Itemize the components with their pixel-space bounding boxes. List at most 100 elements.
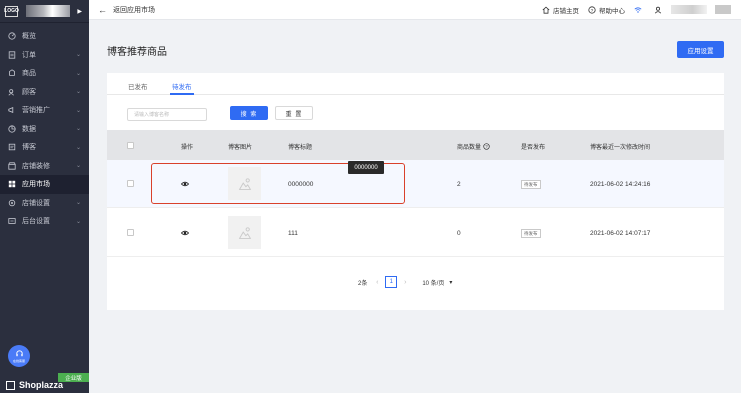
headset-icon [15, 350, 23, 357]
account-blurred [715, 5, 731, 14]
app-market-icon [7, 180, 16, 189]
dashboard-icon [7, 32, 16, 41]
page-size-select[interactable]: 10 条/页 ▾ [422, 278, 452, 287]
back-label: 返回应用市场 [113, 6, 155, 14]
col-last-modified: 博客最近一次修改时间 [590, 145, 651, 151]
back-to-app-market-link[interactable]: ← 返回应用市场 [98, 5, 155, 15]
sidebar-item-admin-settings[interactable]: 后台设置 ⌄ [0, 212, 89, 231]
table-row: 111 0 待发布 2021-06-02 14:07:17 [107, 209, 724, 257]
total-count: 2条 [358, 280, 368, 287]
prev-page-icon[interactable]: ‹ [372, 279, 382, 286]
status-badge: 待发布 [521, 229, 541, 238]
chevron-down-icon: ⌄ [75, 107, 81, 114]
top-bar: ← 返回应用市场 店铺主页 ? 帮助中心 [89, 0, 741, 20]
sidebar-item-label: 营销推广 [22, 107, 50, 115]
page-title: 博客推荐商品 [107, 47, 167, 58]
wifi-icon [634, 6, 642, 13]
sidebar-item-label: 后台设置 [22, 218, 50, 226]
row-checkbox[interactable] [127, 229, 134, 236]
status-badge: 待发布 [521, 180, 541, 189]
product-count: 2 [457, 181, 461, 188]
sidebar-item-store-design[interactable]: 店铺装修 ⌄ [0, 157, 89, 176]
sidebar-item-label: 顾客 [22, 88, 36, 96]
customer-icon [7, 87, 16, 96]
sidebar-item-label: 店铺装修 [22, 162, 50, 170]
chevron-down-icon: ⌄ [75, 163, 81, 170]
col-product-count-label: 商品数量 [457, 145, 482, 151]
chevron-down-icon: ⌄ [75, 52, 81, 59]
sidebar-item-label: 店铺设置 [22, 199, 50, 207]
col-published: 是否发布 [521, 145, 546, 151]
svg-text:?: ? [591, 7, 594, 13]
caret-right-icon[interactable]: ▶ [77, 8, 82, 15]
sidebar-header: LOGO ▶ [0, 0, 89, 23]
product-icon [7, 69, 16, 78]
chevron-down-icon: ⌄ [75, 144, 81, 151]
brand-mark-icon [6, 380, 15, 390]
select-all-checkbox[interactable] [127, 142, 134, 149]
store-design-icon [7, 161, 16, 170]
next-page-icon[interactable]: › [400, 279, 410, 286]
top-right-actions: 店铺主页 ? 帮助中心 [533, 5, 731, 15]
last-modified: 2021-06-02 14:24:16 [590, 181, 651, 188]
store-name-blurred[interactable] [26, 5, 70, 17]
reset-button[interactable]: 重 置 [275, 106, 313, 120]
sidebar-item-analytics[interactable]: 数据 ⌄ [0, 120, 89, 139]
sidebar-item-orders[interactable]: 订单 ⌄ [0, 46, 89, 65]
order-icon [7, 50, 16, 59]
sidebar-item-label: 博客 [22, 144, 36, 152]
sidebar-item-overview[interactable]: 概览 [0, 27, 89, 46]
row-checkbox[interactable] [127, 180, 134, 187]
online-support-button[interactable]: 在线客服 [8, 345, 30, 367]
question-circle-icon[interactable]: ? [483, 143, 490, 150]
store-home-label: 店铺主页 [553, 7, 579, 15]
page-number[interactable]: 1 [385, 276, 398, 288]
tab-published[interactable]: 已发布 [128, 81, 148, 91]
sidebar: LOGO ▶ 概览 订单 ⌄ 商品 ⌄ 顾客 ⌄ 营销推广 ⌄ 数据 ⌄ 博客 … [0, 0, 89, 393]
chevron-down-icon: ⌄ [75, 126, 81, 133]
tab-pending[interactable]: 待发布 [172, 81, 192, 91]
marketing-icon [7, 106, 16, 115]
blog-icon [7, 143, 16, 152]
sidebar-item-products[interactable]: 商品 ⌄ [0, 64, 89, 83]
sidebar-menu: 概览 订单 ⌄ 商品 ⌄ 顾客 ⌄ 营销推广 ⌄ 数据 ⌄ 博客 ⌄ 店铺装修 … [0, 23, 89, 231]
blog-title: 111 [288, 230, 298, 237]
app-settings-button[interactable]: 应用设置 [677, 41, 724, 58]
sidebar-item-label: 应用市场 [22, 181, 50, 189]
col-blog-image: 博客图片 [228, 145, 253, 151]
last-modified: 2021-06-02 14:07:17 [590, 230, 651, 237]
wifi-status[interactable] [634, 6, 645, 14]
product-count: 0 [457, 230, 461, 237]
table-header: 操作 博客图片 博客标题 商品数量 ? 是否发布 博客最近一次修改时间 [107, 130, 724, 160]
col-blog-title: 博客标题 [288, 145, 313, 151]
sidebar-item-label: 订单 [22, 51, 36, 59]
arrow-left-icon: ← [98, 4, 107, 15]
store-home-link[interactable]: 店铺主页 [542, 5, 579, 15]
user-icon [654, 6, 662, 13]
brand-logo: Shoplazza [6, 380, 63, 390]
title-tooltip: 0000000 [348, 161, 384, 174]
col-product-count: 商品数量 ? [457, 142, 490, 151]
chevron-down-icon: ⌄ [75, 218, 81, 225]
brand-name: Shoplazza [19, 380, 64, 390]
blog-name-search-input[interactable]: 请输入博客名称 [127, 108, 207, 121]
store-settings-icon [7, 198, 16, 207]
blog-image-placeholder [228, 216, 261, 249]
chevron-down-icon: ⌄ [75, 70, 81, 77]
sidebar-item-store-settings[interactable]: 店铺设置 ⌄ [0, 194, 89, 213]
sidebar-item-label: 商品 [22, 70, 36, 78]
help-center-link[interactable]: ? 帮助中心 [588, 5, 625, 15]
sidebar-item-marketing[interactable]: 营销推广 ⌄ [0, 101, 89, 120]
chevron-down-icon: ⌄ [75, 200, 81, 207]
tab-bar: 已发布 待发布 [107, 73, 724, 95]
image-placeholder-icon [238, 226, 251, 239]
user-menu[interactable] [654, 5, 731, 14]
sidebar-item-app-market[interactable]: 应用市场 [0, 175, 89, 194]
store-logo: LOGO [4, 5, 19, 17]
search-button[interactable]: 搜 索 [230, 106, 268, 120]
caret-down-icon: ▾ [449, 279, 453, 286]
eye-icon[interactable] [181, 229, 189, 237]
sidebar-item-customers[interactable]: 顾客 ⌄ [0, 83, 89, 102]
sidebar-item-blog[interactable]: 博客 ⌄ [0, 138, 89, 157]
sidebar-item-label: 概览 [22, 33, 36, 41]
